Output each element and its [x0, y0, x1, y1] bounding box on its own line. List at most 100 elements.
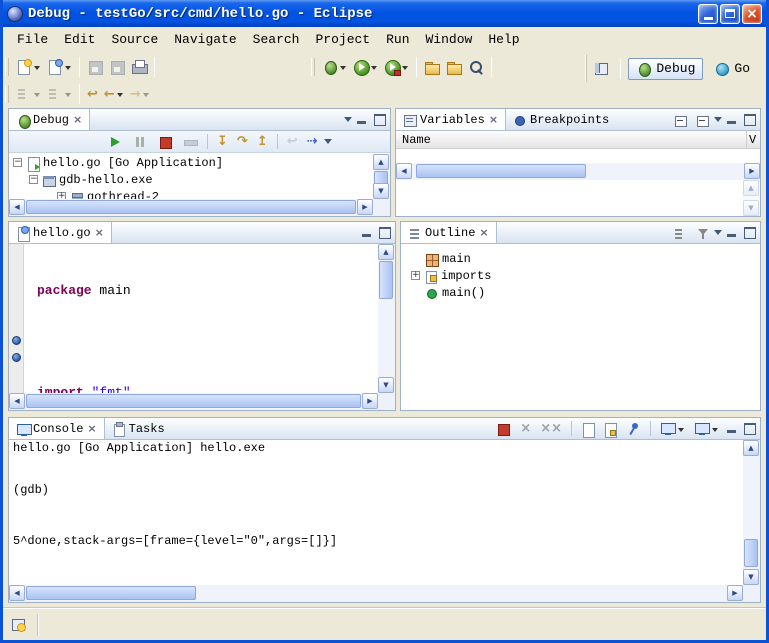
- pin-console-button[interactable]: [622, 418, 644, 440]
- editor-minimize-button[interactable]: [360, 226, 374, 239]
- tree-row[interactable]: − hello.go [Go Application]: [9, 154, 373, 171]
- new-file-button[interactable]: [44, 56, 75, 78]
- previous-annotation-button[interactable]: [44, 83, 75, 105]
- next-annotation-button[interactable]: [13, 83, 44, 105]
- tab-hello-go[interactable]: hello.go ×: [9, 222, 112, 243]
- suspend-button[interactable]: [129, 131, 151, 153]
- menu-source[interactable]: Source: [103, 30, 166, 49]
- tree-row[interactable]: − gdb-hello.exe: [9, 171, 373, 188]
- expand-expander-icon[interactable]: +: [57, 192, 66, 199]
- scroll-up-button[interactable]: ▲: [373, 154, 389, 170]
- tree-row[interactable]: + gothread-2: [9, 188, 373, 199]
- variables-column-header[interactable]: Name V: [396, 131, 760, 149]
- scroll-left-button[interactable]: ◀: [9, 393, 25, 409]
- back-button[interactable]: ←: [101, 84, 127, 105]
- variables-detail-pane[interactable]: [396, 180, 743, 216]
- scroll-left-button[interactable]: ◀: [396, 163, 412, 179]
- remove-all-launches-button[interactable]: ××: [537, 418, 565, 439]
- open-resource-button[interactable]: [443, 56, 465, 78]
- sort-button[interactable]: [670, 223, 689, 243]
- variables-table[interactable]: [396, 149, 760, 163]
- remove-launch-button[interactable]: ×: [517, 418, 534, 439]
- clear-console-button[interactable]: [578, 419, 597, 439]
- menu-file[interactable]: File: [9, 30, 56, 49]
- toolbar-grip[interactable]: [5, 85, 9, 103]
- step-return-button[interactable]: ↥: [254, 131, 271, 152]
- console-maximize-button[interactable]: [742, 422, 756, 435]
- debug-tree[interactable]: − hello.go [Go Application] − gdb-hello.…: [9, 154, 373, 199]
- tab-hello-go-close-icon[interactable]: ×: [95, 226, 104, 239]
- variables-maximize-button[interactable]: [742, 113, 756, 126]
- scroll-thumb[interactable]: [26, 586, 196, 600]
- terminate-button[interactable]: [154, 131, 176, 153]
- toolbar-grip[interactable]: [311, 58, 315, 76]
- last-edit-location-button[interactable]: ↩: [84, 84, 101, 105]
- console-minimize-button[interactable]: [725, 422, 739, 435]
- column-value[interactable]: V: [747, 131, 760, 148]
- scroll-right-button[interactable]: ▶: [744, 163, 760, 179]
- scroll-left-button[interactable]: ◀: [9, 199, 25, 215]
- scroll-thumb[interactable]: [416, 164, 586, 178]
- perspective-go-button[interactable]: Go: [706, 58, 758, 80]
- outline-tree[interactable]: main + imports main(): [401, 244, 760, 410]
- outline-view-menu-icon[interactable]: [714, 230, 722, 239]
- tab-tasks[interactable]: Tasks: [105, 418, 172, 439]
- collapse-expander-icon[interactable]: −: [29, 175, 38, 184]
- fast-view-button[interactable]: [9, 615, 29, 635]
- debug-vertical-scrollbar[interactable]: ▲ ▼: [373, 154, 390, 199]
- scroll-down-button[interactable]: ▼: [378, 377, 394, 393]
- toolbar-grip[interactable]: [5, 58, 9, 76]
- open-type-button[interactable]: [421, 56, 443, 78]
- outline-item-main-func[interactable]: main(): [411, 284, 760, 301]
- console-vertical-scrollbar[interactable]: ▲ ▼: [743, 440, 760, 585]
- menu-window[interactable]: Window: [418, 30, 481, 49]
- expand-expander-icon[interactable]: +: [411, 271, 420, 280]
- disconnect-button[interactable]: [179, 131, 201, 153]
- console-horizontal-scrollbar[interactable]: ◀ ▶: [9, 585, 743, 602]
- debug-minimize-button[interactable]: [355, 113, 369, 126]
- scroll-right-button[interactable]: ▶: [362, 393, 378, 409]
- editor-vertical-scrollbar[interactable]: ▲ ▼: [378, 244, 395, 393]
- tab-breakpoints[interactable]: Breakpoints: [506, 109, 616, 130]
- scroll-down-button[interactable]: ▼: [743, 200, 759, 216]
- tab-variables[interactable]: Variables ×: [396, 109, 506, 130]
- editor-horizontal-scrollbar[interactable]: ◀ ▶: [9, 393, 378, 410]
- menu-navigate[interactable]: Navigate: [166, 30, 244, 49]
- save-all-button[interactable]: [106, 56, 128, 78]
- scroll-thumb[interactable]: [379, 261, 393, 299]
- tab-outline-close-icon[interactable]: ×: [479, 226, 488, 239]
- scroll-down-button[interactable]: ▼: [373, 183, 389, 199]
- title-bar[interactable]: Debug - testGo/src/cmd/hello.go - Eclips…: [3, 0, 766, 27]
- tab-outline[interactable]: Outline ×: [401, 222, 497, 243]
- external-tools-button[interactable]: [381, 56, 412, 78]
- filter-button[interactable]: [692, 223, 711, 243]
- step-into-button[interactable]: ↧: [214, 131, 231, 152]
- maximize-window-button[interactable]: [720, 4, 740, 24]
- outline-minimize-button[interactable]: [725, 226, 739, 239]
- step-over-button[interactable]: ↷: [234, 131, 251, 152]
- console-output[interactable]: (gdb) 5^done,stack-args=[frame={level="0…: [9, 457, 743, 585]
- variables-horizontal-scrollbar[interactable]: ◀ ▶: [396, 163, 760, 180]
- resume-button[interactable]: [104, 131, 126, 153]
- minimize-window-button[interactable]: [698, 4, 718, 24]
- tab-debug[interactable]: Debug ×: [9, 109, 90, 130]
- close-window-button[interactable]: ×: [742, 4, 762, 24]
- outline-item-main[interactable]: main: [411, 250, 760, 267]
- open-console-button[interactable]: [691, 418, 722, 440]
- tab-console-close-icon[interactable]: ×: [87, 422, 96, 435]
- scroll-thumb[interactable]: [26, 200, 356, 214]
- code-area[interactable]: package main import "fmt" func main() { …: [25, 244, 378, 393]
- scroll-right-button[interactable]: ▶: [727, 585, 743, 601]
- run-button[interactable]: [350, 56, 381, 78]
- open-perspective-button[interactable]: [591, 58, 613, 80]
- menu-run[interactable]: Run: [378, 30, 417, 49]
- scroll-up-button[interactable]: ▲: [743, 180, 759, 196]
- outline-item-imports[interactable]: + imports: [411, 267, 760, 284]
- drop-to-frame-button[interactable]: ↩: [284, 131, 301, 152]
- scroll-left-button[interactable]: ◀: [9, 585, 25, 601]
- terminate-console-button[interactable]: [492, 418, 514, 440]
- menu-search[interactable]: Search: [245, 30, 308, 49]
- show-type-names-button[interactable]: [670, 110, 689, 130]
- tab-console[interactable]: Console ×: [9, 418, 105, 439]
- menu-project[interactable]: Project: [307, 30, 378, 49]
